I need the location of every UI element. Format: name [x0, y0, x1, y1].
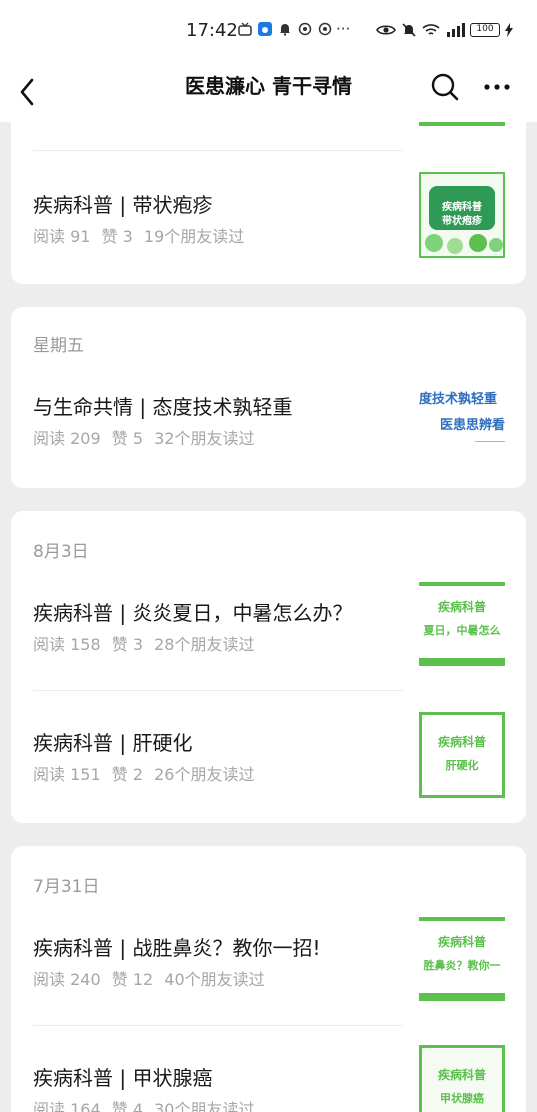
- like-count: 赞 3: [111, 635, 144, 654]
- article-item[interactable]: 疾病科普 | 甲状腺癌 阅读 164 赞 4 30个朋友读过 疾病科普 甲状腺癌: [11, 1025, 526, 1112]
- article-title: 疾病科普 | 肝硬化: [33, 731, 193, 755]
- friends-read: 19个朋友读过: [143, 227, 245, 246]
- more-icon[interactable]: [480, 70, 514, 104]
- thumbnail-text: 疾病科普: [437, 735, 486, 749]
- thumbnail-text: 疾病科普: [442, 202, 482, 213]
- friends-read: 30个朋友读过: [154, 1100, 255, 1112]
- article-thumbnail: 疾病科普 胜鼻炎？教你一: [419, 917, 505, 1003]
- article-group-card: 7月31日 疾病科普 | 战胜鼻炎？教你一招! 阅读 240 赞 12 40个朋…: [11, 846, 526, 1112]
- status-time: 17:42: [186, 20, 238, 41]
- group-date: 星期五: [33, 336, 84, 356]
- app-icon-2: [318, 22, 332, 36]
- signal-icon: [447, 23, 465, 37]
- article-item[interactable]: 疾病科普 | 炎炎夏日，中暑怎么办？ 阅读 158 赞 3 28个朋友读过 疾病…: [11, 558, 526, 690]
- read-count: 阅读 158: [33, 635, 101, 654]
- screen: 17:42 ··· 100 医患濂心 青干寻情 疾病科普 | 带状疱疹 阅读 9…: [0, 0, 537, 1112]
- article-thumbnail: 度技术孰轻重 医患思辨看: [419, 374, 505, 460]
- status-more-dots: ···: [336, 20, 351, 38]
- article-thumbnail: 疾病科普 肝硬化: [419, 712, 505, 798]
- tv-icon: [238, 22, 252, 36]
- thumbnail-text: 胜鼻炎？教你一: [423, 959, 501, 972]
- read-count: 阅读 151: [33, 765, 101, 784]
- read-count: 阅读 91: [33, 227, 91, 246]
- read-count: 阅读 209: [33, 429, 101, 448]
- article-group-card: 星期五 与生命共情 | 态度技术孰轻重 阅读 209 赞 5 32个朋友读过 度…: [11, 307, 526, 488]
- thumbnail-text: 带状疱疹: [442, 216, 482, 227]
- read-count: 阅读 240: [33, 970, 101, 989]
- article-title: 疾病科普 | 带状疱疹: [33, 193, 213, 217]
- wifi-icon: [422, 24, 440, 35]
- article-stats: 阅读 158 赞 3 28个朋友读过: [33, 631, 260, 655]
- thumbnail-text: 医患思辨看: [439, 418, 505, 433]
- article-stats: 阅读 240 赞 12 40个朋友读过: [33, 966, 271, 990]
- like-count: 赞 3: [101, 227, 133, 246]
- thumbnail-text: 肝硬化: [445, 759, 479, 772]
- article-item[interactable]: 疾病科普 | 战胜鼻炎？教你一招! 阅读 240 赞 12 40个朋友读过 疾病…: [11, 893, 526, 1025]
- bell-icon: [280, 24, 290, 36]
- battery-icon: 100: [470, 23, 500, 37]
- thumbnail-text: 度技术孰轻重: [419, 392, 498, 407]
- article-stats: 阅读 164 赞 4 30个朋友读过: [33, 1096, 260, 1112]
- article-group-card: 疾病科普 | 带状疱疹 阅读 91 赞 3 19个朋友读过 疾病科普 带状疱疹: [11, 122, 526, 284]
- article-title: 与生命共情 | 态度技术孰轻重: [33, 395, 293, 419]
- article-stats: 阅读 209 赞 5 32个朋友读过: [33, 425, 260, 449]
- cloud-app-icon: [258, 22, 272, 36]
- article-thumbnail: 疾病科普 夏日，中暑怎么: [419, 582, 505, 668]
- article-title: 疾病科普 | 甲状腺癌: [33, 1066, 213, 1090]
- article-thumbnail: 疾病科普 甲状腺癌: [419, 1045, 505, 1112]
- search-icon[interactable]: [428, 70, 462, 104]
- article-item[interactable]: 疾病科普 | 带状疱疹 阅读 91 赞 3 19个朋友读过 疾病科普 带状疱疹: [11, 150, 526, 282]
- status-bar: 17:42 ··· 100: [0, 0, 537, 62]
- article-item[interactable]: 与生命共情 | 态度技术孰轻重 阅读 209 赞 5 32个朋友读过 度技术孰轻…: [11, 356, 526, 488]
- app-icon-1: [298, 22, 312, 36]
- article-title: 疾病科普 | 战胜鼻炎？教你一招!: [33, 936, 321, 960]
- like-count: 赞 5: [111, 429, 144, 448]
- like-count: 赞 12: [111, 970, 154, 989]
- notification-icons: [238, 22, 332, 36]
- article-stats: 阅读 151 赞 2 26个朋友读过: [33, 761, 260, 785]
- friends-read: 28个朋友读过: [154, 635, 255, 654]
- thumbnail-text: 夏日，中暑怎么: [423, 624, 501, 637]
- nav-bar: 医患濂心 青干寻情: [0, 62, 537, 122]
- article-thumbnail: 疾病科普 带状疱疹: [419, 172, 505, 258]
- thumbnail-text: 疾病科普: [437, 600, 486, 614]
- article-group-card: 8月3日 疾病科普 | 炎炎夏日，中暑怎么办？ 阅读 158 赞 3 28个朋友…: [11, 511, 526, 823]
- system-icons: 100: [376, 22, 513, 38]
- mute-icon: [402, 23, 416, 37]
- article-list[interactable]: 疾病科普 | 带状疱疹 阅读 91 赞 3 19个朋友读过 疾病科普 带状疱疹: [0, 122, 537, 1112]
- thumbnail-text: 疾病科普: [437, 935, 486, 949]
- like-count: 赞 2: [111, 765, 144, 784]
- like-count: 赞 4: [111, 1100, 144, 1112]
- article-item[interactable]: 疾病科普 | 肝硬化 阅读 151 赞 2 26个朋友读过 疾病科普 肝硬化: [11, 690, 526, 822]
- article-stats: 阅读 91 赞 3 19个朋友读过: [33, 223, 250, 247]
- eye-icon: [376, 25, 396, 35]
- friends-read: 26个朋友读过: [154, 765, 255, 784]
- thumbnail-text: 疾病科普: [437, 1068, 486, 1082]
- read-count: 阅读 164: [33, 1100, 101, 1112]
- friends-read: 32个朋友读过: [154, 429, 255, 448]
- thumbnail-text: 甲状腺癌: [440, 1092, 484, 1105]
- charging-icon: [505, 23, 513, 37]
- article-title: 疾病科普 | 炎炎夏日，中暑怎么办？: [33, 601, 353, 625]
- friends-read: 40个朋友读过: [164, 970, 265, 989]
- article-thumbnail-partial: [419, 122, 505, 129]
